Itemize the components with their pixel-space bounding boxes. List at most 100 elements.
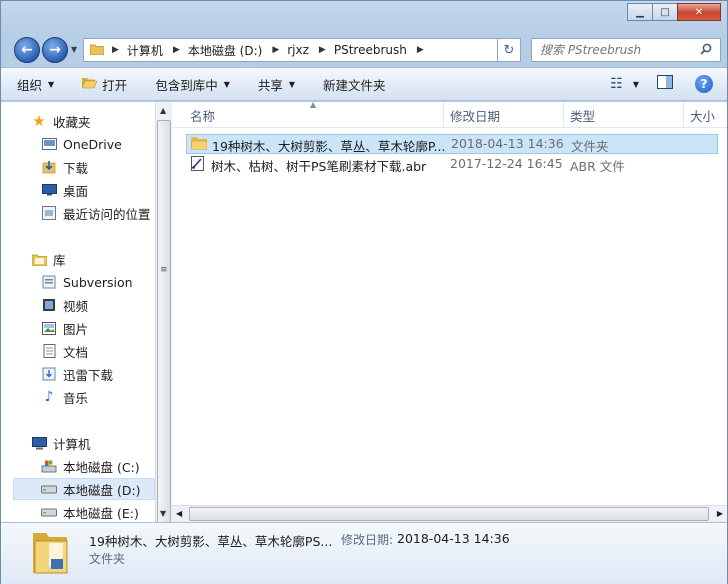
column-name[interactable]: 名称 [184, 102, 444, 128]
nav-item-label: 音乐 [63, 390, 89, 406]
new-folder-button[interactable]: 新建文件夹 [323, 75, 386, 94]
breadcrumb-separator-icon[interactable]: ▶ [173, 45, 180, 55]
details-pane: 19种树木、大树剪影、草丛、草木轮廓PS... 修改日期: 2018-04-13… [1, 522, 727, 584]
organize-label: 组织 [17, 77, 43, 93]
column-type[interactable]: 类型 [564, 102, 684, 128]
nav-item-onedrive[interactable]: OneDrive [41, 133, 122, 155]
column-name-label: 名称 [190, 108, 216, 124]
file-name: 19种树木、大树剪影、草丛、草木轮廓P... [212, 139, 446, 154]
nav-item-label: OneDrive [63, 136, 122, 152]
download-folder-icon [41, 366, 57, 382]
large-folder-icon [31, 529, 69, 575]
nav-item-videos[interactable]: 视频 [41, 294, 88, 316]
file-name: 树木、枯树、树干PS笔刷素材下载.abr [211, 159, 427, 174]
navigation-pane: ★ 收藏夹 OneDrive 下载 桌面 最近访问的位置 库 Subversio… [1, 102, 155, 522]
folder-icon [191, 136, 207, 153]
nav-item-drive-c[interactable]: 本地磁盘 (C:) [41, 455, 140, 477]
scroll-up-icon[interactable]: ▲ [160, 106, 166, 115]
chevron-down-icon[interactable]: ▼ [633, 80, 639, 89]
nav-item-label: 迅雷下载 [63, 367, 114, 383]
breadcrumb-pstreebrush[interactable]: PStreebrush [334, 43, 407, 57]
search-input[interactable] [540, 43, 690, 57]
include-in-library-menu[interactable]: 包含到库中 ▼ [155, 75, 230, 94]
nav-item-label: 本地磁盘 (C:) [63, 459, 140, 475]
search-box[interactable] [531, 38, 721, 62]
breadcrumb-separator-icon[interactable]: ▶ [272, 45, 279, 55]
nav-item-pictures[interactable]: 图片 [41, 317, 88, 339]
open-button[interactable]: 打开 [81, 75, 128, 94]
system-drive-icon [41, 458, 57, 474]
breadcrumb-separator-icon[interactable]: ▶ [417, 45, 424, 55]
nav-item-downloads[interactable]: 下载 [41, 156, 88, 178]
breadcrumb-separator-icon[interactable]: ▶ [112, 45, 119, 55]
breadcrumb-computer[interactable]: 计算机 [127, 42, 163, 59]
chevron-down-icon: ▼ [288, 79, 296, 89]
nav-libraries-label: 库 [53, 252, 66, 268]
nav-favorites-label: 收藏夹 [53, 114, 91, 130]
share-menu[interactable]: 共享 ▼ [258, 75, 295, 94]
column-size[interactable]: 大小 [684, 102, 727, 128]
nav-item-label: 图片 [63, 321, 89, 337]
breadcrumb-separator-icon[interactable]: ▶ [319, 45, 326, 55]
caption-buttons: ▁ □ ✕ [627, 3, 721, 21]
nav-libraries[interactable]: 库 [31, 248, 66, 270]
open-label: 打开 [102, 77, 128, 93]
file-row[interactable]: 19种树木、大树剪影、草丛、草木轮廓P... 2018-04-13 14:36 … [186, 134, 718, 154]
breadcrumb-rjxz[interactable]: rjxz [287, 43, 309, 57]
column-size-label: 大小 [690, 108, 716, 124]
onedrive-icon [41, 136, 57, 152]
maximize-icon[interactable]: □ [652, 3, 678, 21]
column-type-label: 类型 [570, 108, 596, 124]
view-details-icon[interactable]: ☷ [610, 76, 623, 92]
minimize-icon[interactable]: ▁ [627, 3, 653, 21]
nav-item-music[interactable]: ♪ 音乐 [41, 386, 88, 408]
horizontal-scrollbar[interactable]: ◀ ▶ [172, 505, 727, 522]
share-label: 共享 [257, 77, 283, 93]
help-icon[interactable]: ? [695, 75, 713, 93]
refresh-icon[interactable]: ↻ [497, 38, 521, 62]
address-bar[interactable]: ▶ 计算机 ▶ 本地磁盘 (D:) ▶ rjxz ▶ PStreebrush ▶… [83, 38, 519, 62]
preview-pane-icon[interactable] [657, 75, 673, 93]
new-folder-label: 新建文件夹 [323, 77, 386, 93]
nav-item-label: 本地磁盘 (E:) [63, 505, 139, 521]
file-list-pane: ▲ 名称 修改日期 类型 大小 19种树木、大树剪影、草丛、草木轮廓P... 2… [172, 100, 727, 522]
nav-computer-label: 计算机 [53, 436, 91, 452]
scroll-right-icon[interactable]: ▶ [717, 509, 723, 518]
close-icon[interactable]: ✕ [677, 3, 721, 21]
nav-computer[interactable]: 计算机 [31, 432, 91, 454]
nav-item-label: 文档 [63, 344, 89, 360]
nav-item-drive-e[interactable]: 本地磁盘 (E:) [41, 501, 139, 522]
back-button[interactable]: ← [14, 37, 40, 63]
forward-button[interactable]: → [42, 37, 68, 63]
subversion-icon [41, 274, 57, 290]
documents-icon [41, 343, 57, 359]
desktop-icon [41, 182, 57, 198]
search-icon[interactable] [700, 43, 712, 58]
horizontal-scrollbar-thumb[interactable] [189, 507, 709, 521]
nav-item-subversion[interactable]: Subversion [41, 271, 133, 293]
nav-pane-scrollbar[interactable]: ▲ ≡ ▼ [155, 102, 172, 530]
nav-item-documents[interactable]: 文档 [41, 340, 88, 362]
organize-menu[interactable]: 组织 ▼ [17, 75, 54, 94]
explorer-window: ▁ □ ✕ ← → ▼ ▶ 计算机 ▶ 本地磁盘 (D:) ▶ rjxz ▶ P… [0, 0, 728, 584]
nav-item-drive-d[interactable]: 本地磁盘 (D:) [13, 478, 155, 500]
recent-places-icon [41, 205, 57, 221]
hard-drive-icon [41, 481, 57, 497]
details-date: 2018-04-13 14:36 [397, 531, 510, 546]
breadcrumb-drive-d[interactable]: 本地磁盘 (D:) [188, 42, 262, 59]
nav-item-desktop[interactable]: 桌面 [41, 179, 88, 201]
column-date[interactable]: 修改日期 [444, 102, 564, 128]
file-row[interactable]: 树木、枯树、树干PS笔刷素材下载.abr 2017-12-24 16:45 AB… [186, 155, 718, 175]
abr-file-icon [191, 156, 204, 174]
scroll-left-icon[interactable]: ◀ [176, 509, 182, 518]
nav-favorites[interactable]: ★ 收藏夹 [31, 110, 91, 132]
nav-item-label: 本地磁盘 (D:) [63, 482, 141, 498]
scrollbar-thumb[interactable] [157, 120, 171, 530]
nav-item-thunder-downloads[interactable]: 迅雷下载 [41, 363, 113, 385]
scroll-down-icon[interactable]: ▼ [160, 509, 166, 518]
history-dropdown-icon[interactable]: ▼ [71, 45, 77, 54]
nav-item-label: 视频 [63, 298, 89, 314]
file-date: 2017-12-24 16:45 [450, 156, 563, 171]
nav-item-recent[interactable]: 最近访问的位置 [41, 202, 151, 224]
toolbar-right: ☷ ▼ ? [592, 75, 713, 93]
